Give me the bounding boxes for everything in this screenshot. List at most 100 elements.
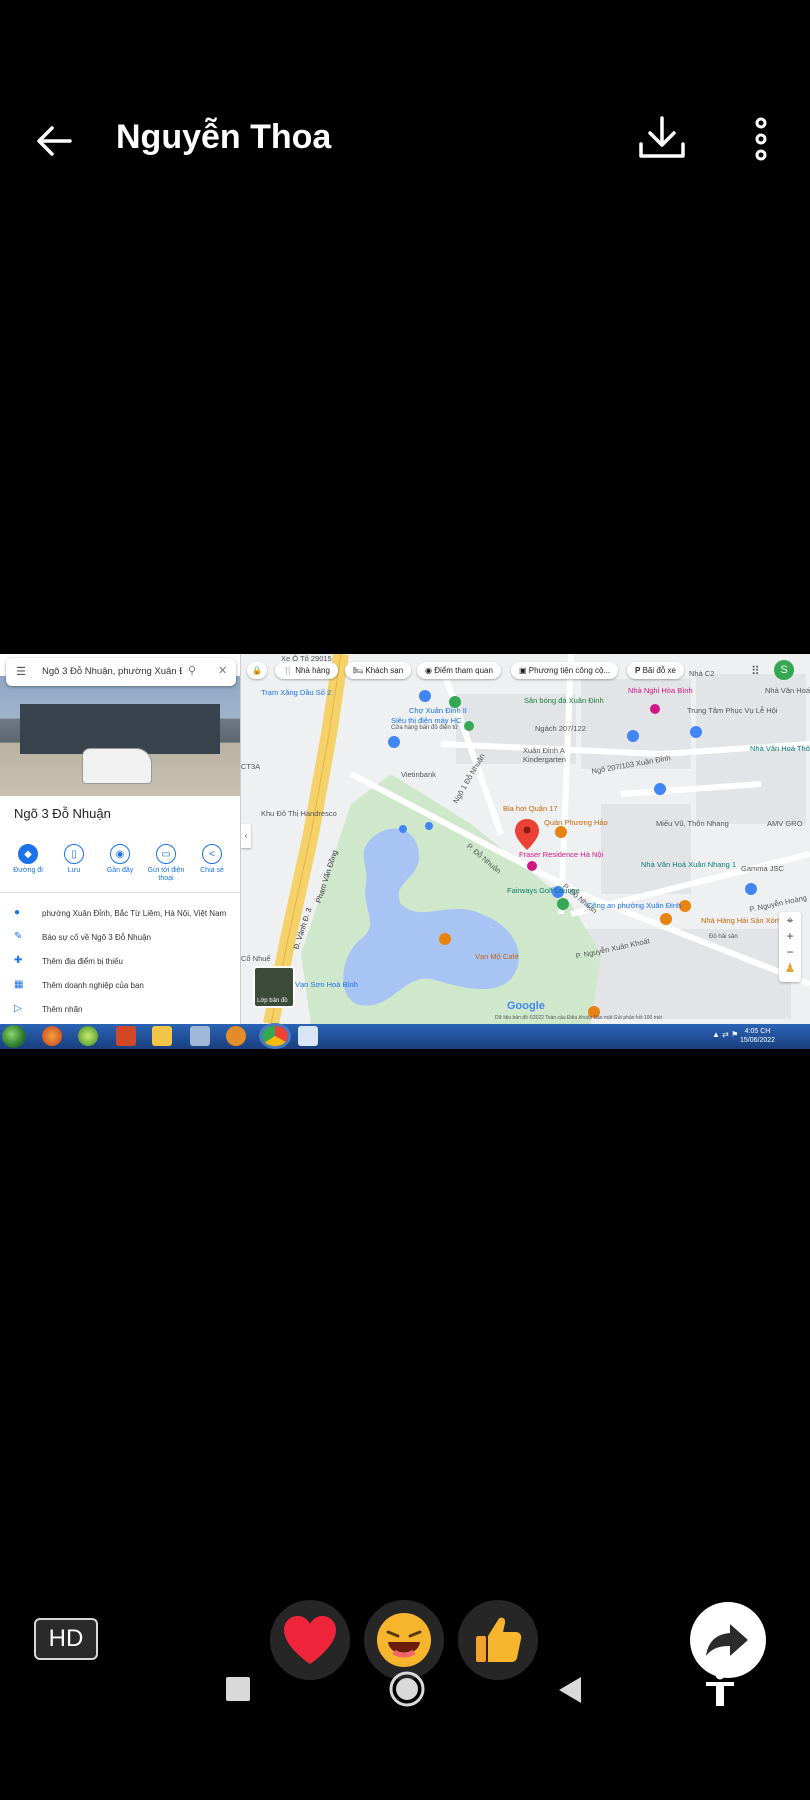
reaction-like-button[interactable] — [458, 1600, 538, 1680]
map-label: Nhà Nghỉ Hòa Bình — [628, 686, 693, 695]
place-panel: ☰ Ngõ 3 Đỗ Nhuận, phường Xuân Đ ⚲ ✕ Ngõ … — [0, 654, 241, 1024]
map-label: Khu Đô Thị Handresco — [261, 809, 337, 818]
lock-chip[interactable]: 🔒 — [247, 662, 267, 679]
share-button[interactable]: < Chia sẻ — [190, 844, 234, 875]
firefox-icon[interactable] — [42, 1026, 62, 1046]
zoom-in-button[interactable]: + — [779, 928, 801, 944]
reaction-laugh-button[interactable] — [364, 1600, 444, 1680]
map-label: Trung Tâm Phục Vụ Lễ Hội — [687, 706, 778, 715]
nearby-button[interactable]: ◉ Gần đây — [98, 844, 142, 875]
page-title: Nguyễn Thoa — [116, 118, 332, 156]
layers-button[interactable]: Lớp bản đồ — [253, 966, 295, 1008]
accessibility-icon[interactable] — [704, 1670, 736, 1708]
map-label: Nhà Văn Hoá Xuân Nhang 1 — [641, 860, 737, 869]
windows-taskbar: ▲ ⇄ ⚑ 4:05 CH 15/06/2022 — [0, 1024, 810, 1049]
my-location-icon[interactable]: ⌖ — [779, 912, 801, 928]
send-to-phone-button[interactable]: ▭ Gửi tới điện thoại — [144, 844, 188, 883]
bookmark-icon: ▯ — [64, 844, 84, 864]
map-label: Nhà Văn Hoá Thôn Trung 1 — [750, 744, 810, 753]
network-icon[interactable] — [190, 1026, 210, 1046]
home-circle-icon[interactable] — [387, 1669, 427, 1709]
add-location-icon: ✚ — [14, 955, 23, 966]
shared-screenshot-image[interactable]: ☰ Ngõ 3 Đỗ Nhuận, phường Xuân Đ ⚲ ✕ Ngõ … — [0, 654, 810, 1049]
back-triangle-icon[interactable] — [556, 1675, 584, 1705]
place-name: Ngõ 3 Đỗ Nhuận — [14, 806, 111, 821]
menu-icon[interactable]: ☰ — [16, 665, 26, 678]
map-label: Miếu Vũ, Thôn Nhang — [656, 819, 729, 828]
place-photo — [0, 676, 240, 796]
windows-start-icon[interactable] — [2, 1025, 26, 1048]
close-icon[interactable]: ✕ — [218, 664, 227, 677]
recents-square-icon[interactable] — [226, 1677, 250, 1701]
pegman-icon[interactable]: ♟ — [779, 960, 801, 976]
collapse-panel-button[interactable]: ‹ — [241, 824, 251, 848]
laughing-face-icon — [377, 1613, 431, 1667]
directions-icon: ◆ — [18, 844, 38, 864]
zoom-out-button[interactable]: − — [779, 944, 801, 960]
app-icon[interactable] — [78, 1026, 98, 1046]
camera-icon: ◉ — [425, 666, 432, 675]
map-label: Quán Phương Hảo — [544, 818, 608, 827]
nearby-icon: ◉ — [110, 844, 130, 864]
search-icon[interactable]: ⚲ — [188, 664, 196, 677]
google-logo: Google — [507, 1000, 545, 1012]
chrome-icon[interactable] — [262, 1026, 288, 1046]
map-label: Kindergarten — [523, 755, 566, 764]
bed-icon: 🛏 — [353, 666, 364, 675]
chip-attractions[interactable]: ◉ Điểm tham quan — [417, 662, 501, 679]
map-label: Siêu thị điện máy HC — [391, 716, 462, 725]
back-arrow-icon[interactable] — [30, 116, 80, 166]
map-label: Nhà C2 — [689, 669, 715, 678]
map-label: Vạn Mộ Café — [475, 952, 519, 961]
apps-grid-icon[interactable]: ⠿ — [751, 664, 760, 678]
download-icon[interactable] — [636, 112, 688, 164]
zoom-controls: ⌖ + − ♟ — [779, 912, 801, 982]
map-label: Công an phường Xuân Đỉnh — [587, 901, 682, 910]
chip-restaurants[interactable]: 🍴 Nhà hàng — [275, 662, 338, 679]
powerpoint-icon[interactable] — [116, 1026, 136, 1046]
share-button[interactable] — [690, 1602, 766, 1678]
map-label: Fraser Residence Hà Nội — [519, 850, 604, 859]
map-label: Sân bóng đá Xuân Đỉnh — [524, 696, 604, 705]
chip-parking[interactable]: P Bãi đỗ xe — [627, 662, 684, 679]
address-row[interactable]: ● phường Xuân Đỉnh, Bắc Từ Liêm, Hà Nội, … — [14, 908, 240, 926]
app-window-icon[interactable] — [298, 1026, 318, 1046]
search-text: Ngõ 3 Đỗ Nhuận, phường Xuân Đ — [42, 666, 182, 677]
map-label: CT3A — [241, 762, 261, 771]
fork-knife-icon: 🍴 — [283, 666, 293, 675]
map-label: Bia hơi Quận 17 — [503, 804, 558, 813]
map-label: Xe Ô Tô 29015 — [281, 654, 332, 663]
divider — [0, 892, 240, 893]
thumbs-up-icon — [476, 1617, 522, 1662]
map-view[interactable]: 🔒 🍴 Nhà hàng 🛏 Khách sạn ◉ Điểm tham qua… — [241, 654, 810, 1024]
store-icon: ▦ — [14, 979, 24, 990]
media-player-icon[interactable] — [226, 1026, 246, 1046]
more-vertical-icon[interactable] — [744, 116, 778, 162]
account-avatar[interactable]: S — [774, 660, 794, 680]
parking-icon: P — [635, 666, 641, 675]
heart-icon — [284, 1616, 336, 1664]
reaction-heart-button[interactable] — [270, 1600, 350, 1680]
map-label: Xuân Đỉnh A — [523, 746, 565, 755]
map-search-box[interactable]: ☰ Ngõ 3 Đỗ Nhuận, phường Xuân Đ ⚲ ✕ — [6, 658, 236, 686]
share-arrow-icon — [706, 1624, 748, 1656]
add-missing-place-row[interactable]: ✚ Thêm địa điểm bị thiếu — [14, 956, 240, 974]
save-button[interactable]: ▯ Lưu — [52, 844, 96, 875]
chip-transit[interactable]: ▣ Phương tiện công cộ... — [511, 662, 619, 679]
tray-icons[interactable]: ▲ ⇄ ⚑ — [712, 1030, 738, 1039]
map-label: Cửa hàng bán đồ điện tử — [391, 725, 459, 731]
car-shape — [82, 748, 152, 784]
phone-icon: ▭ — [156, 844, 176, 864]
folder-icon[interactable] — [152, 1026, 172, 1046]
building-shape — [20, 704, 220, 754]
add-business-row[interactable]: ▦ Thêm doanh nghiệp của bạn — [14, 980, 240, 998]
chip-hotels[interactable]: 🛏 Khách sạn — [345, 662, 412, 679]
add-label-row[interactable]: ▷ Thêm nhãn — [14, 1004, 240, 1022]
hd-button[interactable]: HD — [34, 1618, 98, 1660]
map-label: AMV GRO — [767, 819, 803, 828]
directions-button[interactable]: ◆ Đường đi — [6, 844, 50, 875]
map-label: Vạn Sơn Hoà Bình — [295, 980, 358, 989]
map-label: Gamma JSC — [741, 864, 784, 873]
report-issue-row[interactable]: ✎ Báo sự cố về Ngõ 3 Đỗ Nhuận — [14, 932, 240, 950]
share-icon: < — [202, 844, 222, 864]
